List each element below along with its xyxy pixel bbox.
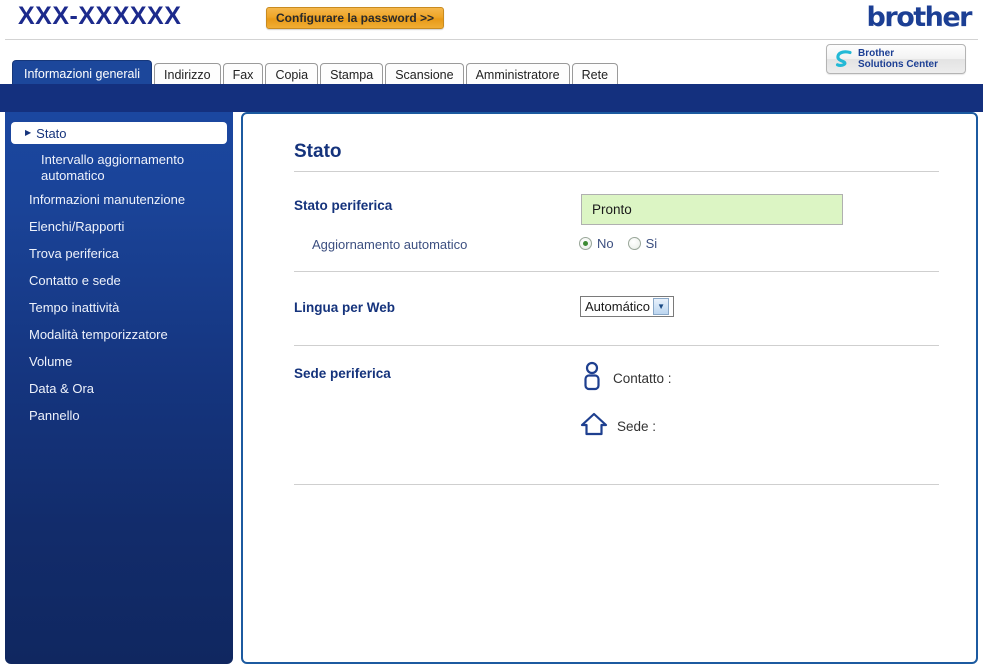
sidebar-item-trova-periferica[interactable]: Trova periferica bbox=[5, 240, 233, 267]
sidebar-item-data-ora[interactable]: Data & Ora bbox=[5, 375, 233, 402]
brother-logo: brother bbox=[866, 2, 973, 33]
sidebar-item-intervallo-aggiornamento-automatico[interactable]: Intervallo aggiornamento automatico bbox=[5, 144, 195, 186]
configure-password-button[interactable]: Configurare la password >> bbox=[266, 7, 445, 29]
sidebar-item-contatto-e-sede[interactable]: Contatto e sede bbox=[5, 267, 233, 294]
sidebar-item-informazioni-manutenzione[interactable]: Informazioni manutenzione bbox=[5, 186, 233, 213]
auto-refresh-no-label[interactable]: No bbox=[597, 236, 614, 251]
tab-copia[interactable]: Copia bbox=[265, 63, 319, 86]
device-status-label: Stato periferica bbox=[294, 198, 393, 213]
triangle-right-icon: ▶ bbox=[25, 128, 32, 137]
divider-section-2 bbox=[294, 345, 939, 346]
auto-refresh-radio-si[interactable] bbox=[627, 237, 641, 250]
tab-rete[interactable]: Rete bbox=[571, 63, 619, 86]
tab-indirizzo[interactable]: Indirizzo bbox=[154, 63, 221, 86]
device-status-value: Pronto bbox=[581, 194, 843, 225]
person-icon bbox=[580, 361, 604, 396]
contact-label: Contatto : bbox=[613, 371, 672, 386]
chevron-down-icon[interactable]: ▼ bbox=[653, 298, 670, 315]
sidebar-navigation: ▶ Stato Intervallo aggiornamento automat… bbox=[5, 112, 233, 664]
tab-amministratore[interactable]: Amministratore bbox=[465, 63, 570, 86]
house-icon bbox=[580, 411, 608, 442]
location-label: Sede : bbox=[617, 419, 657, 434]
auto-refresh-radio-no[interactable] bbox=[579, 237, 592, 250]
sidebar-item-pannello[interactable]: Pannello bbox=[5, 402, 233, 429]
header-blue-band bbox=[0, 84, 983, 112]
contact-row: Contatto : bbox=[580, 361, 672, 396]
sidebar-item-label: Stato bbox=[36, 125, 67, 141]
web-language-label: Lingua per Web bbox=[294, 300, 396, 315]
content-heading: Stato bbox=[294, 141, 342, 162]
radio-selected-dot bbox=[583, 241, 588, 246]
web-language-selected-value: Automático bbox=[585, 299, 651, 314]
sidebar-item-tempo-inattivita[interactable]: Tempo inattività bbox=[5, 294, 233, 321]
main-tab-bar: Informazioni generali Indirizzo Fax Copi… bbox=[0, 57, 983, 86]
divider-section-1 bbox=[294, 271, 939, 272]
location-row: Sede : bbox=[580, 411, 656, 442]
divider-section-3 bbox=[294, 484, 939, 485]
auto-refresh-label: Aggiornamento automatico bbox=[312, 237, 468, 252]
auto-refresh-si-label[interactable]: Si bbox=[646, 236, 658, 251]
sidebar-item-stato[interactable]: ▶ Stato bbox=[11, 122, 227, 144]
tab-stampa[interactable]: Stampa bbox=[320, 63, 384, 86]
web-language-select[interactable]: Automático ▼ bbox=[580, 296, 674, 317]
page-title: XXX-XXXXXX bbox=[18, 2, 182, 30]
sidebar-item-volume[interactable]: Volume bbox=[5, 348, 233, 375]
tab-fax[interactable]: Fax bbox=[222, 63, 264, 86]
sidebar-item-modalita-temporizzatore[interactable]: Modalità temporizzatore bbox=[5, 321, 233, 348]
auto-refresh-radio-group: No Si bbox=[579, 236, 671, 251]
divider-top bbox=[294, 171, 939, 172]
tab-informazioni-generali[interactable]: Informazioni generali bbox=[12, 60, 153, 86]
tab-scansione[interactable]: Scansione bbox=[385, 63, 464, 86]
main-content-panel: Stato Stato periferica Pronto Aggiorname… bbox=[241, 112, 978, 664]
sidebar-item-elenchi-rapporti[interactable]: Elenchi/Rapporti bbox=[5, 213, 233, 240]
device-location-label: Sede periferica bbox=[294, 366, 391, 381]
